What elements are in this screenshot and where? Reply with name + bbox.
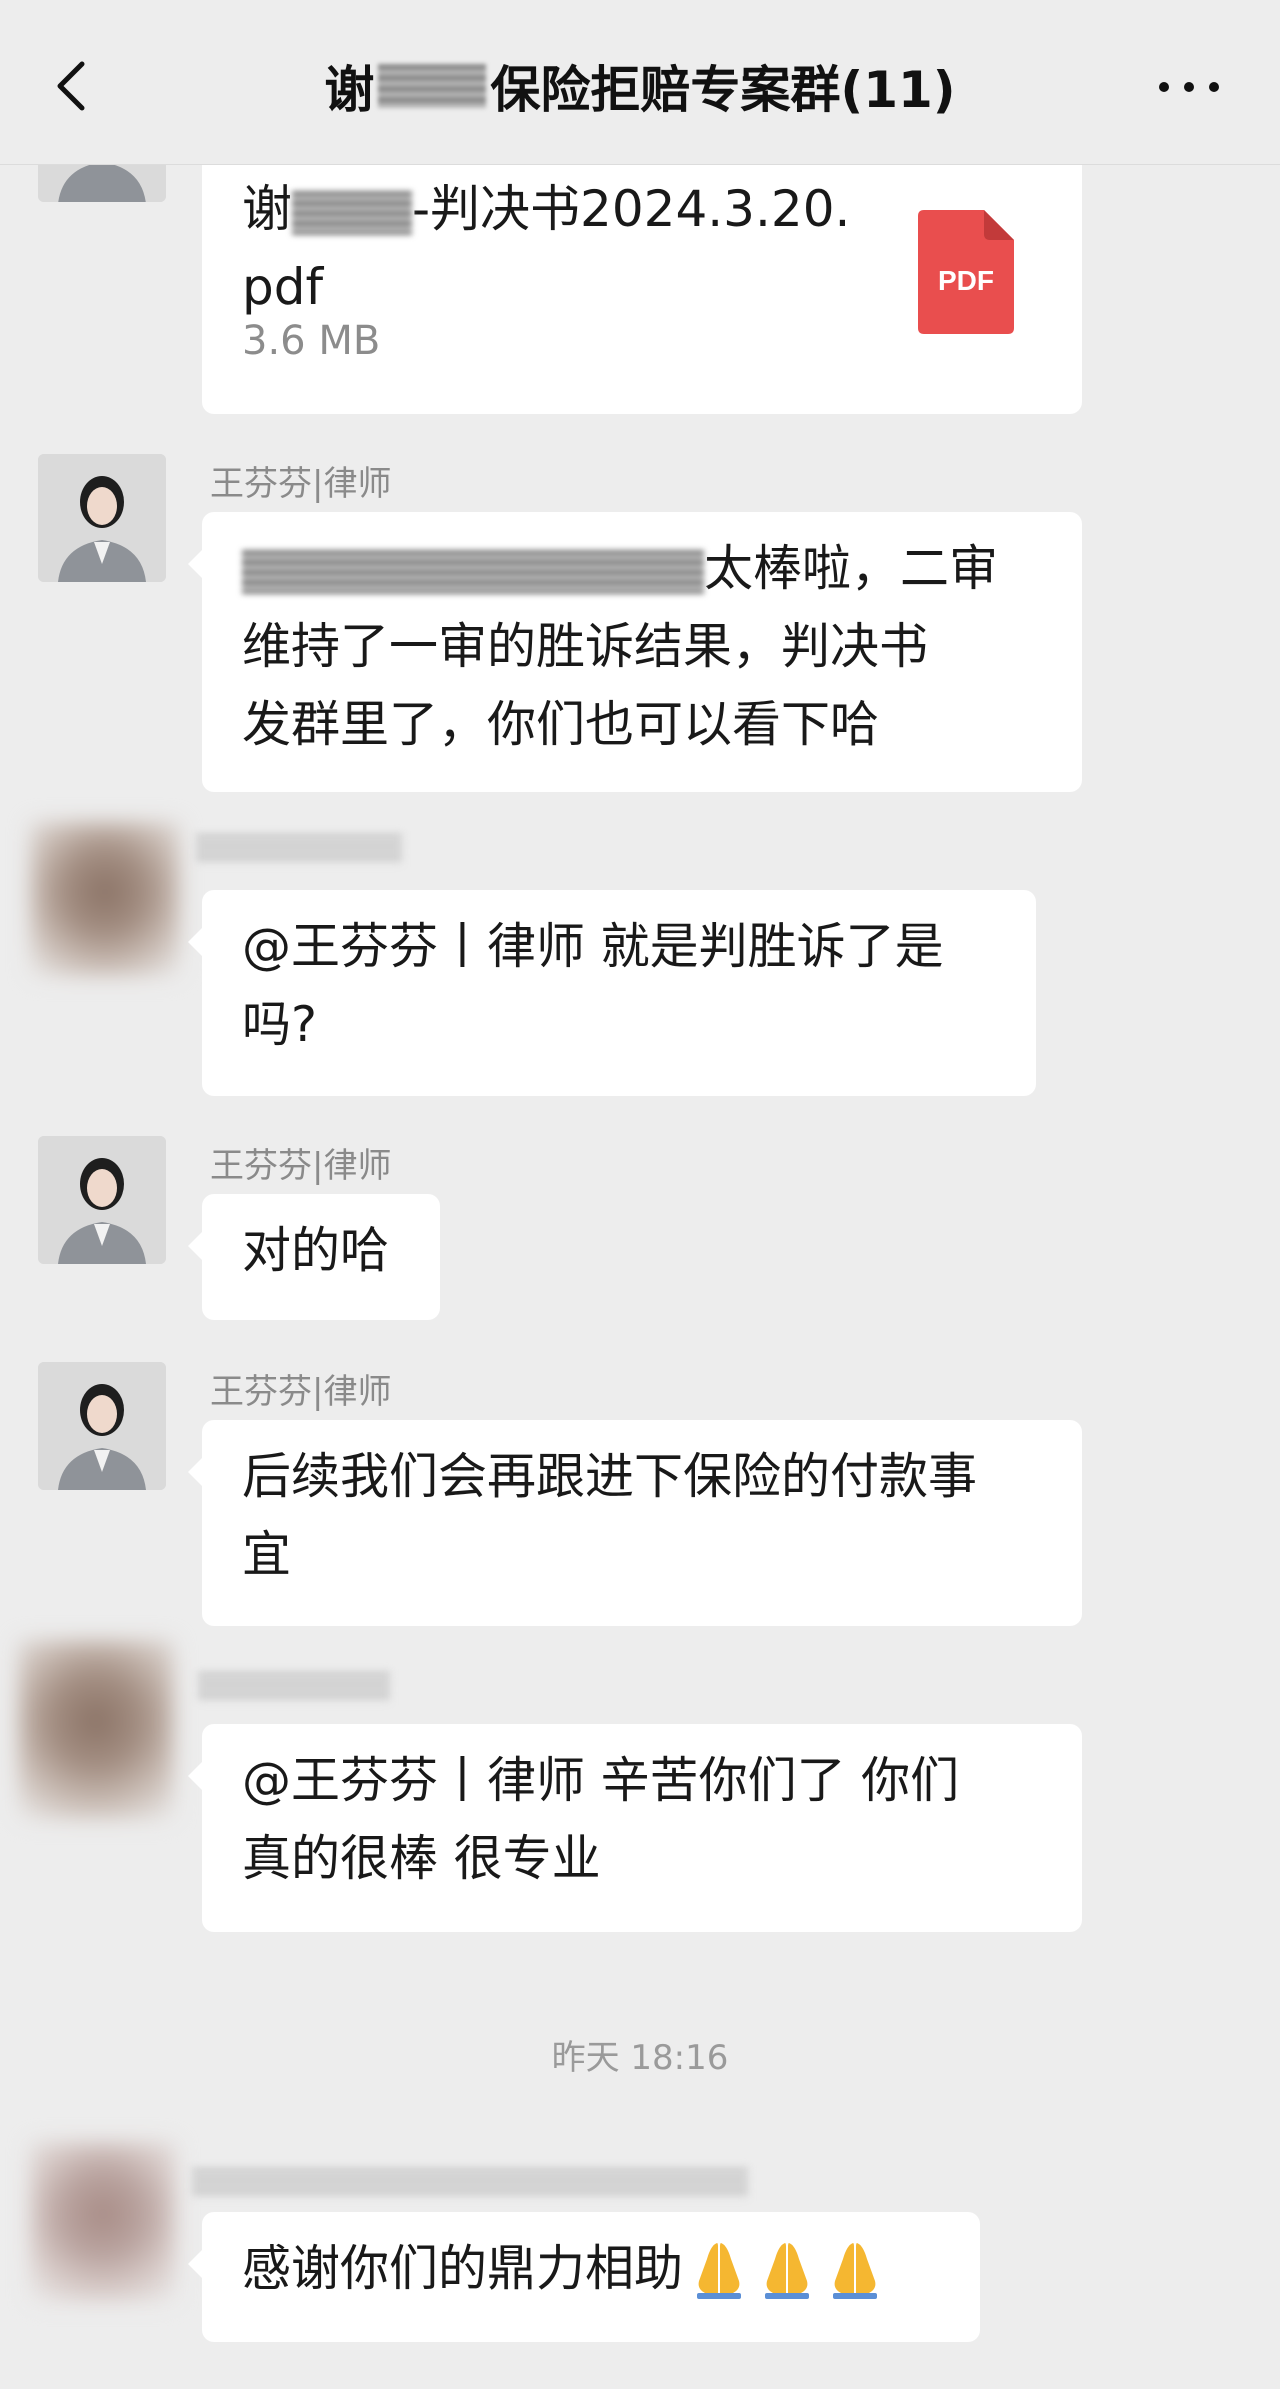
message-bubble[interactable]: 后续我们会再跟进下保险的付款事 宜 (188, 1420, 1082, 1626)
message-bubble[interactable]: 对的哈 (188, 1194, 440, 1320)
message-text: @王芬芬丨律师 就是判胜诉了是 (242, 918, 944, 975)
more-button[interactable] (1154, 62, 1224, 112)
message-text: 真的很棒 很专业 (242, 1830, 601, 1887)
file-name: 谢 -判决书2024.3.20. pdf (242, 170, 862, 326)
message-bubble[interactable]: @王芬芬丨律师 就是判胜诉了是 吗? (188, 890, 1036, 1096)
top-bar: 谢 保险拒赔专案群(11) (0, 0, 1280, 165)
message-text: 维持了一审的胜诉结果，判决书 (242, 618, 929, 675)
redacted-sender-name (196, 834, 402, 864)
message-text: 后续我们会再跟进下保险的付款事 (242, 1448, 978, 1505)
sender-name: 王芬芬|律师 (210, 464, 392, 504)
message-text: @王芬芬丨律师 辛苦你们了 你们 (242, 1752, 960, 1809)
sender-name: 王芬芬|律师 (210, 1146, 392, 1186)
redacted-name (378, 64, 487, 108)
avatar[interactable] (18, 1640, 174, 1820)
message-text: 宜 (242, 1526, 292, 1583)
file-message[interactable]: 谢 -判决书2024.3.20. pdf 3.6 MB PDF (202, 140, 1082, 414)
avatar[interactable] (38, 1136, 166, 1264)
timestamp: 昨天 18:16 (551, 2038, 729, 2078)
message-text: 太棒啦，二审 (704, 540, 999, 597)
file-size: 3.6 MB (242, 318, 381, 364)
pdf-label: PDF (938, 265, 994, 296)
redacted-sender-name (192, 2168, 748, 2198)
avatar[interactable] (38, 1362, 166, 1490)
chat-title-prefix: 谢 (324, 61, 375, 119)
pray-emoji-icon (833, 2243, 878, 2299)
avatar[interactable] (30, 2142, 176, 2302)
message-text: 吗? (242, 996, 318, 1053)
redacted-name (292, 190, 412, 235)
message-bubble[interactable]: 太棒啦，二审 维持了一审的胜诉结果，判决书 发群里了，你们也可以看下哈 (188, 512, 1082, 792)
pray-emoji-icon (765, 2243, 810, 2299)
message-text: 感谢你们的鼎力相助 (242, 2240, 684, 2297)
message-bubble[interactable]: @王芬芬丨律师 辛苦你们了 你们 真的很棒 很专业 (188, 1724, 1082, 1932)
pray-emoji-icon (697, 2243, 742, 2299)
chat-title-suffix: 保险拒赔专案群(11) (490, 61, 956, 119)
redacted-text (242, 549, 704, 594)
message-text: 发群里了，你们也可以看下哈 (242, 696, 880, 753)
redacted-sender-name (198, 1672, 390, 1702)
file-name-prefix: 谢 (242, 180, 292, 238)
chat-title: 谢 保险拒赔专案群(11) (0, 50, 1280, 122)
message-bubble[interactable]: 感谢你们的鼎力相助 (188, 2212, 980, 2342)
file-name-line2: pdf (242, 258, 324, 316)
file-name-rest: -判决书2024.3.20. (412, 180, 851, 238)
avatar[interactable] (30, 822, 180, 977)
avatar[interactable] (38, 454, 166, 582)
pdf-file-icon: PDF (918, 210, 1014, 334)
more-icon (1159, 82, 1219, 92)
sender-name: 王芬芬|律师 (210, 1372, 392, 1412)
message-text: 对的哈 (242, 1222, 390, 1279)
